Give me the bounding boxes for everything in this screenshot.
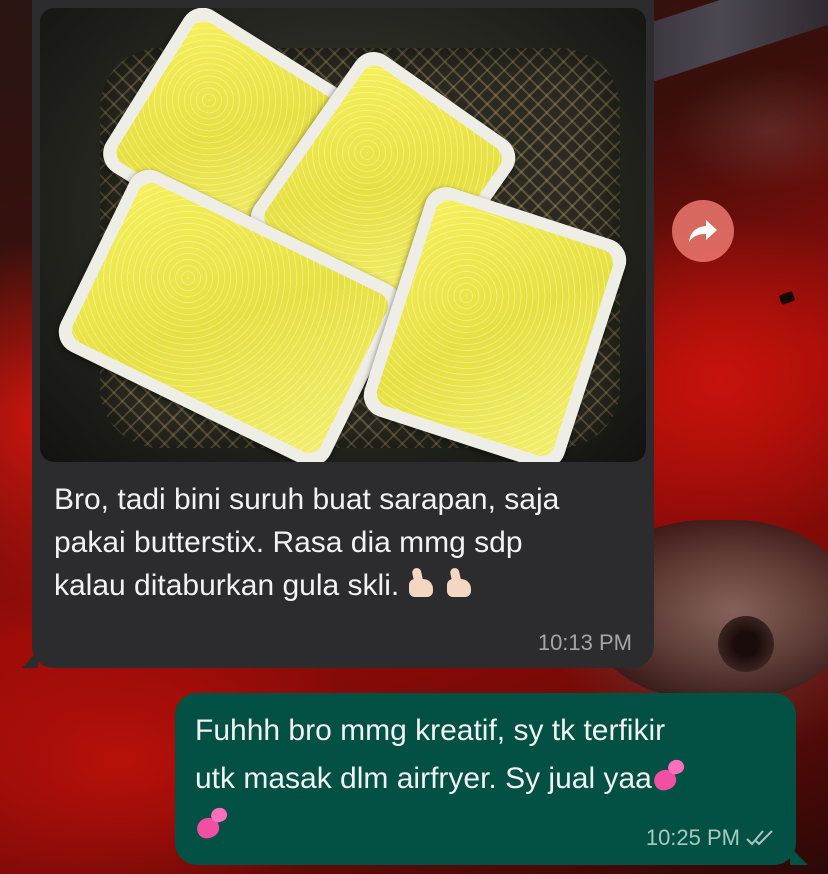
forward-button[interactable]: [672, 200, 734, 262]
forward-arrow-icon: [689, 220, 717, 242]
thumbs-up-emoji-icon: [443, 567, 475, 599]
outgoing-message-bubble[interactable]: Fuhhh bro mmg kreatif, sy tk terfikir ut…: [175, 693, 808, 865]
incoming-message-text: Bro, tadi bini suruh buat sarapan, saja …: [54, 478, 634, 607]
message-line: Bro, tadi bini suruh buat sarapan, saja: [54, 483, 560, 516]
two-hearts-emoji-icon: [651, 757, 688, 794]
incoming-message-bubble[interactable]: Bro, tadi bini suruh buat sarapan, saja …: [22, 0, 654, 668]
wallpaper-headlight-lens: [718, 616, 774, 672]
message-line: kalau ditaburkan gula skli.: [54, 564, 634, 607]
bubble-tail: [22, 650, 38, 668]
double-check-icon: [746, 830, 773, 846]
message-timestamp: 10:13 PM: [537, 630, 632, 655]
message-photo[interactable]: [40, 8, 646, 462]
bubble-tail: [790, 847, 808, 865]
two-hearts-emoji-icon: [194, 805, 231, 842]
message-timestamp: 10:25 PM: [645, 825, 740, 850]
thumbs-up-emoji-icon: [405, 567, 437, 599]
message-meta: 10:25 PM: [646, 825, 776, 851]
wallpaper-car-badge: [778, 290, 796, 306]
message-line: pakai butterstix. Rasa dia mmg sdp: [54, 526, 523, 559]
message-line-text: kalau ditaburkan gula skli.: [54, 569, 400, 602]
message-line-text: utk masak dlm airfryer. Sy jual yaa: [195, 762, 652, 795]
message-line: Fuhhh bro mmg kreatif, sy tk terfikir: [195, 714, 666, 747]
message-line: utk masak dlm airfryer. Sy jual yaa: [195, 755, 775, 803]
